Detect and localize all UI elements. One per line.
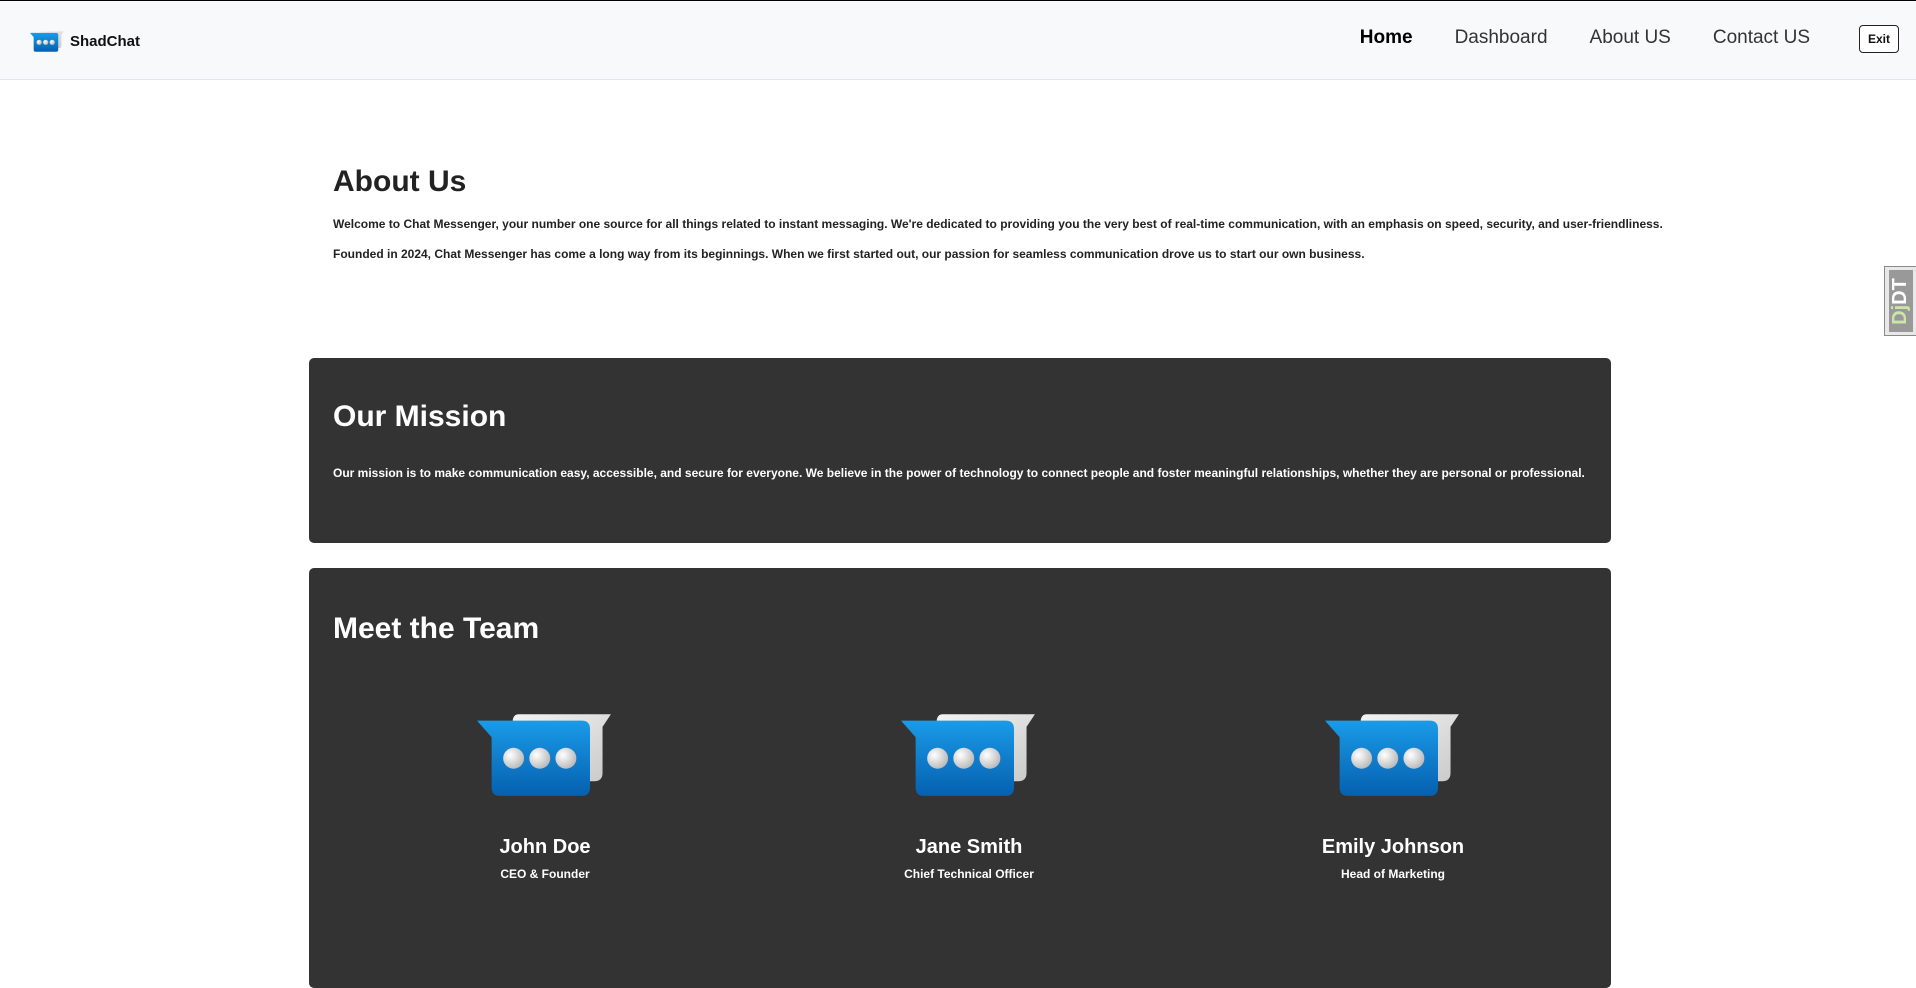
- member-name: John Doe: [499, 836, 591, 858]
- nav-link-dashboard[interactable]: Dashboard: [1455, 27, 1548, 49]
- debug-toolbar-suffix: DT: [1889, 277, 1912, 305]
- brand[interactable]: ShadChat: [30, 28, 140, 54]
- chat-bubbles-icon: [1325, 714, 1459, 796]
- member-role: Chief Technical Officer: [904, 867, 1034, 881]
- team-card: Meet the Team John Doe CEO & Founder Jan…: [309, 568, 1611, 988]
- team-member: John Doe CEO & Founder: [395, 708, 695, 881]
- mission-title: Our Mission: [333, 400, 507, 433]
- nav-link-contact[interactable]: Contact US: [1713, 27, 1810, 49]
- mission-text: Our mission is to make communication eas…: [333, 466, 1585, 480]
- chat-bubbles-icon: [30, 31, 64, 52]
- member-name: Jane Smith: [915, 836, 1023, 858]
- exit-button[interactable]: Exit: [1859, 25, 1899, 53]
- mission-card: Our Mission Our mission is to make commu…: [309, 358, 1611, 543]
- brand-name: ShadChat: [70, 32, 141, 50]
- nav-links: Home Dashboard About US Contact US: [1318, 27, 1810, 49]
- about-paragraph: Welcome to Chat Messenger, your number o…: [333, 217, 1663, 231]
- chat-bubbles-icon: [477, 714, 611, 796]
- debug-toolbar-prefix: Dj: [1889, 304, 1912, 325]
- navbar: ShadChat Home Dashboard About US Contact…: [0, 1, 1916, 80]
- member-name: Emily Johnson: [1321, 836, 1465, 858]
- team-member: Emily Johnson Head of Marketing: [1243, 708, 1543, 881]
- nav-link-home[interactable]: Home: [1360, 27, 1413, 49]
- member-role: CEO & Founder: [500, 867, 590, 881]
- team-title: Meet the Team: [333, 612, 540, 645]
- team-member: Jane Smith Chief Technical Officer: [819, 708, 1119, 881]
- about-paragraph: Founded in 2024, Chat Messenger has come…: [333, 247, 1365, 261]
- member-role: Head of Marketing: [1340, 867, 1445, 881]
- about-title: About Us: [333, 165, 467, 198]
- debug-toolbar-handle[interactable]: DjDT: [1884, 266, 1916, 336]
- about-section: About Us Welcome to Chat Messenger, your…: [333, 165, 1663, 277]
- nav-link-about[interactable]: About US: [1590, 27, 1671, 49]
- chat-bubbles-icon: [901, 714, 1035, 796]
- debug-toolbar-label: DjDT: [1888, 270, 1913, 332]
